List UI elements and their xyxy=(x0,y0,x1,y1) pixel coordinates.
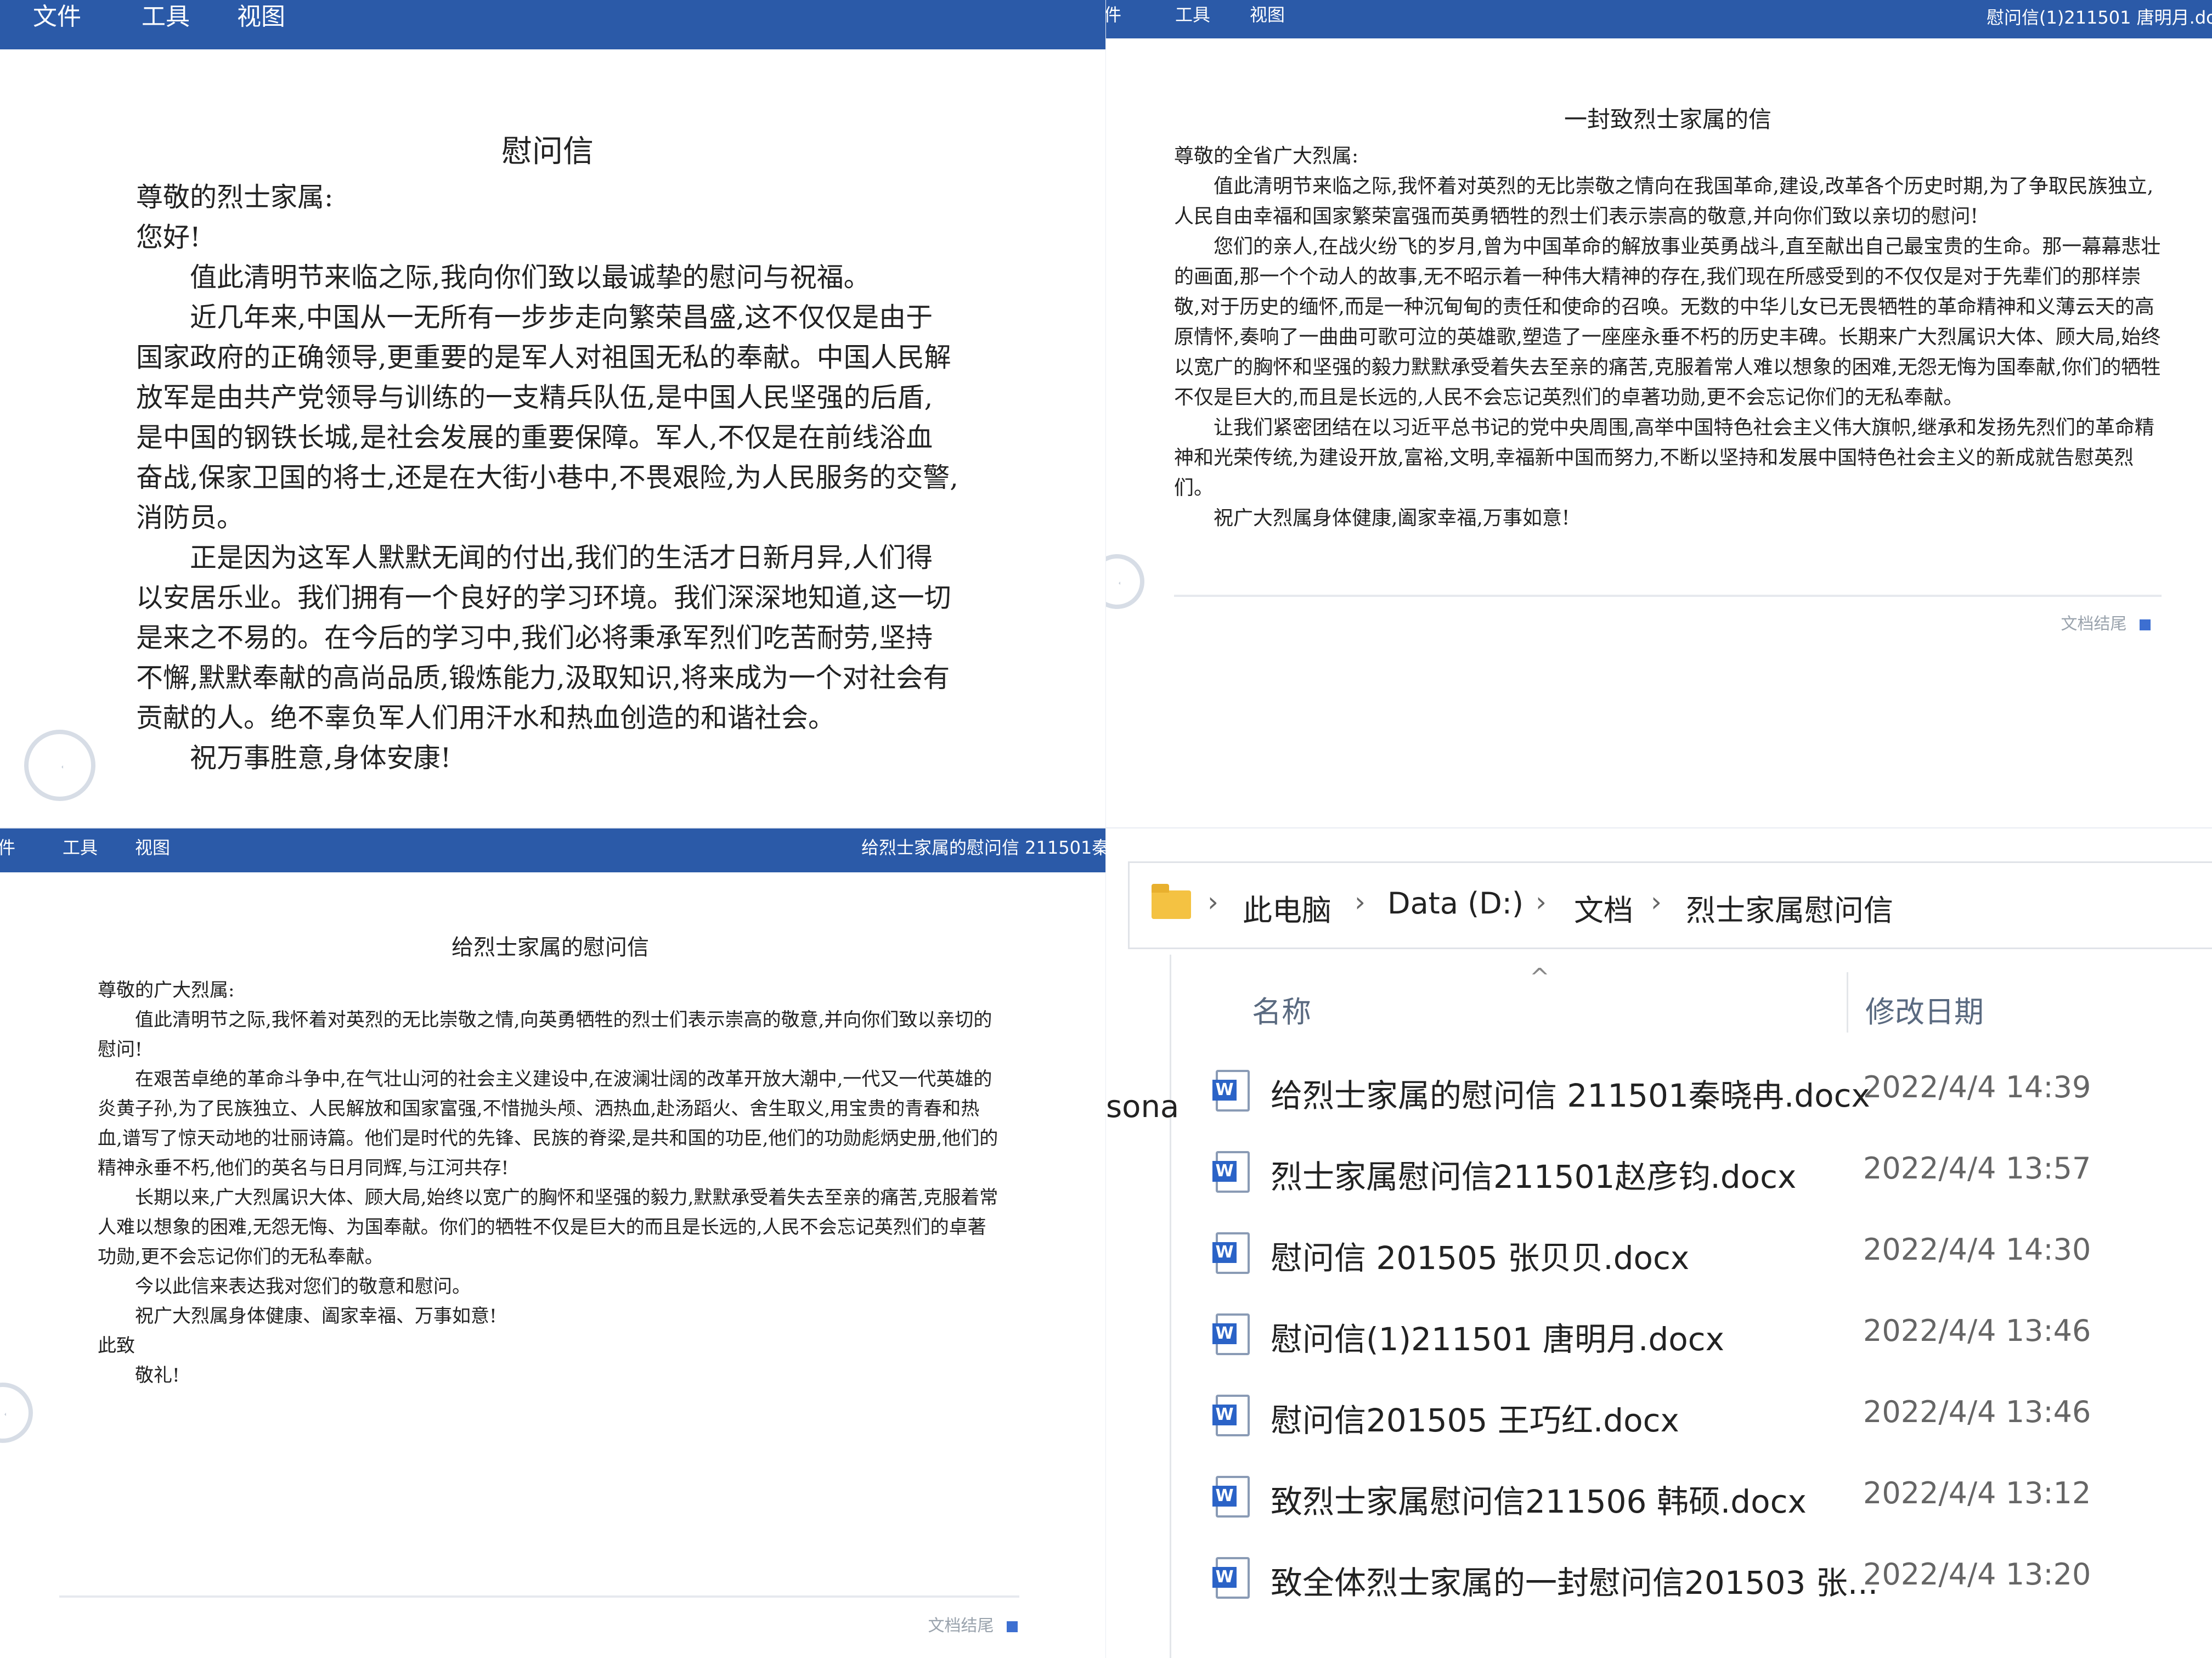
paragraph: 祝广大烈属身体健康,阖家幸福,万事如意! xyxy=(1214,507,1570,529)
toolbar-2: 文件 工具 视图 慰问信(1)211501 唐明月.do xyxy=(1106,0,2212,38)
file-name: 致全体烈士家属的一封慰问信201503 张... xyxy=(1271,1564,1878,1601)
closing-line: 敬礼! xyxy=(135,1364,180,1386)
file-name: 烈士家属慰问信211501赵彦钧.docx xyxy=(1271,1158,1797,1195)
file-name: 慰问信201505 王巧红.docx xyxy=(1271,1402,1679,1439)
file-name: 慰问信 201505 张贝贝.docx xyxy=(1271,1239,1690,1277)
paragraph: 祝广大烈属身体健康、阖家幸福、万事如意! xyxy=(135,1305,497,1327)
sort-ascending-icon: ^ xyxy=(1530,963,1550,991)
file-name: 慰问信(1)211501 唐明月.docx xyxy=(1271,1321,1724,1358)
file-date: 2022/4/4 13:12 xyxy=(1863,1476,2091,1510)
file-row[interactable]: W 给烈士家属的慰问信 211501秦晓冉.docx 2022/4/4 14:3… xyxy=(1106,1048,2212,1130)
salutation: 尊敬的烈士家属: xyxy=(136,182,334,213)
document-end-mark: 文档结尾 xyxy=(928,1612,1018,1636)
toolbar-3: 文件 工具 视图 给烈士家属的慰问信 211501秦晓 xyxy=(0,828,1105,872)
word-document-icon: W xyxy=(1212,1070,1250,1112)
prev-page-button[interactable] xyxy=(1106,554,1144,609)
breadcrumb-this-pc[interactable]: 此电脑 xyxy=(1243,886,1331,929)
file-date: 2022/4/4 13:20 xyxy=(1863,1557,2091,1592)
menu-tools[interactable]: 工具 xyxy=(1175,0,1210,30)
file-date: 2022/4/4 14:39 xyxy=(1863,1070,2091,1104)
breadcrumb-current-folder[interactable]: 烈士家属慰问信 xyxy=(1686,886,1893,929)
nav-pane-item-fragment[interactable]: sona xyxy=(1106,1089,1179,1125)
file-explorer: › 此电脑 › Data (D:) › 文档 › 烈士家属慰问信 ^ 名称 修改… xyxy=(1106,828,2212,1658)
menu-file[interactable]: 文件 xyxy=(0,828,15,867)
paragraph: 值此清明节之际,我怀着对英烈的无比崇敬之情,向英勇牺牲的烈士们表示崇高的敬意,并… xyxy=(98,1009,992,1061)
document-title: 慰问信(1)211501 唐明月.do xyxy=(1987,7,2212,28)
end-square-icon xyxy=(2140,619,2151,630)
paragraph: 让我们紧密团结在以习近平总书记的党中央周围,高举中国特色社会主义伟大旗帜,继承和… xyxy=(1174,416,2154,499)
toolbar-1: 文件 工具 视图 xyxy=(0,0,1105,49)
paragraph: 值此清明节来临之际,我怀着对英烈的无比崇敬之情向在我国革命,建设,改革各个历史时… xyxy=(1174,175,2154,228)
document-viewer-3: 文件 工具 视图 给烈士家属的慰问信 211501秦晓 给烈士家属的慰问信 尊敬… xyxy=(0,828,1105,1658)
menu-view[interactable]: 视图 xyxy=(237,0,285,34)
letter-title: 慰问信 xyxy=(501,134,594,170)
salutation: 尊敬的全省广大烈属: xyxy=(1174,145,1359,167)
letter-body-3: 给烈士家属的慰问信 尊敬的广大烈属: 值此清明节之际,我怀着对英烈的无比崇敬之情… xyxy=(98,933,1003,1390)
chevron-right-icon: › xyxy=(1651,886,1662,918)
paragraph: 长期以来,广大烈属识大体、顾大局,始终以宽广的胸怀和坚强的毅力,默默承受着失去至… xyxy=(98,1187,998,1268)
breadcrumb-data-drive[interactable]: Data (D:) xyxy=(1387,886,1523,921)
paragraph: 近几年来,中国从一无所有一步步走向繁荣昌盛,这不仅仅是由于国家政府的正确领导,更… xyxy=(136,302,958,533)
document-end-label: 文档结尾 xyxy=(2061,614,2127,634)
paragraph: 今以此信来表达我对您们的敬意和慰问。 xyxy=(135,1276,471,1298)
prev-page-button[interactable] xyxy=(0,1383,33,1443)
word-document-icon: W xyxy=(1212,1557,1250,1599)
file-row[interactable]: W 慰问信201505 王巧红.docx 2022/4/4 13:46 xyxy=(1106,1373,2212,1455)
breadcrumb-documents[interactable]: 文档 xyxy=(1574,886,1633,929)
prev-page-button[interactable] xyxy=(24,730,95,801)
chevron-right-icon: › xyxy=(1355,886,1365,918)
word-document-icon: W xyxy=(1212,1313,1250,1355)
end-square-icon xyxy=(1007,1621,1018,1632)
chevron-right-icon: › xyxy=(1536,886,1547,918)
word-document-icon: W xyxy=(1212,1232,1250,1274)
column-header-date[interactable]: 修改日期 xyxy=(1865,988,1984,1031)
closing-line: 此致 xyxy=(98,1335,135,1357)
folder-icon xyxy=(1152,884,1191,919)
paragraph: 祝万事胜意,身体安康! xyxy=(190,742,452,774)
greeting: 您好! xyxy=(136,222,201,253)
document-end-mark: 文档结尾 xyxy=(2061,610,2151,634)
file-date: 2022/4/4 13:46 xyxy=(1863,1395,2091,1429)
file-list: W 给烈士家属的慰问信 211501秦晓冉.docx 2022/4/4 14:3… xyxy=(1106,1048,2212,1651)
file-date: 2022/4/4 13:46 xyxy=(1863,1313,2091,1348)
chevron-right-icon: › xyxy=(1207,886,1218,918)
menu-file[interactable]: 文件 xyxy=(33,0,81,34)
file-row[interactable]: W 致烈士家属慰问信211506 韩硕.docx 2022/4/4 13:12 xyxy=(1106,1454,2212,1536)
salutation: 尊敬的广大烈属: xyxy=(98,979,235,1001)
file-date: 2022/4/4 13:57 xyxy=(1863,1151,2091,1186)
document-viewer-2: 文件 工具 视图 慰问信(1)211501 唐明月.do 一封致烈士家属的信 尊… xyxy=(1106,0,2212,827)
letter-title: 一封致烈士家属的信 xyxy=(1564,106,1771,133)
document-title: 给烈士家属的慰问信 211501秦晓 xyxy=(861,837,1105,858)
word-document-icon: W xyxy=(1212,1395,1250,1436)
menu-tools[interactable]: 工具 xyxy=(142,0,190,34)
document-end-rule xyxy=(1174,595,2162,597)
letter-title: 给烈士家属的慰问信 xyxy=(452,935,649,960)
document-end-label: 文档结尾 xyxy=(928,1616,994,1636)
column-divider[interactable] xyxy=(1847,972,1848,1033)
letter-body-2: 一封致烈士家属的信 尊敬的全省广大烈属: 值此清明节来临之际,我怀着对英烈的无比… xyxy=(1174,104,2162,533)
menu-file[interactable]: 文件 xyxy=(1106,0,1121,30)
file-row[interactable]: W 烈士家属慰问信211501赵彦钧.docx 2022/4/4 13:57 xyxy=(1106,1129,2212,1211)
word-document-icon: W xyxy=(1212,1476,1250,1518)
address-bar[interactable]: › 此电脑 › Data (D:) › 文档 › 烈士家属慰问信 xyxy=(1128,861,2212,949)
file-date: 2022/4/4 14:30 xyxy=(1863,1232,2091,1267)
file-row[interactable]: W 慰问信(1)211501 唐明月.docx 2022/4/4 13:46 xyxy=(1106,1292,2212,1374)
menu-tools[interactable]: 工具 xyxy=(63,828,98,867)
paragraph: 值此清明节来临之际,我向你们致以最诚挚的慰问与祝福。 xyxy=(190,262,871,293)
word-document-icon: W xyxy=(1212,1151,1250,1193)
document-viewer-1: 文件 工具 视图 慰问信 尊敬的烈士家属: 您好! 值此清明节来临之际,我向你们… xyxy=(0,0,1105,827)
paragraph: 正是因为这军人默默无闻的付出,我们的生活才日新月异,人们得以安居乐业。我们拥有一… xyxy=(136,542,951,734)
menu-view[interactable]: 视图 xyxy=(1250,0,1285,30)
document-end-rule xyxy=(59,1595,1019,1598)
file-row[interactable]: W 致全体烈士家属的一封慰问信201503 张... 2022/4/4 13:2… xyxy=(1106,1535,2212,1617)
letter-body-1: 慰问信 尊敬的烈士家属: 您好! 值此清明节来临之际,我向你们致以最诚挚的慰问与… xyxy=(136,132,959,778)
file-row[interactable]: W 慰问信 201505 张贝贝.docx 2022/4/4 14:30 xyxy=(1106,1210,2212,1293)
file-name: 致烈士家属慰问信211506 韩硕.docx xyxy=(1271,1483,1807,1520)
paragraph: 您们的亲人,在战火纷飞的岁月,曾为中国革命的解放事业英勇战斗,直至献出自己最宝贵… xyxy=(1174,235,2161,409)
column-header-name[interactable]: 名称 xyxy=(1252,988,1311,1031)
menu-view[interactable]: 视图 xyxy=(135,828,170,867)
paragraph: 在艰苦卓绝的革命斗争中,在气壮山河的社会主义建设中,在波澜壮阔的改革开放大潮中,… xyxy=(98,1068,998,1179)
file-name: 给烈士家属的慰问信 211501秦晓冉.docx xyxy=(1271,1077,1870,1114)
